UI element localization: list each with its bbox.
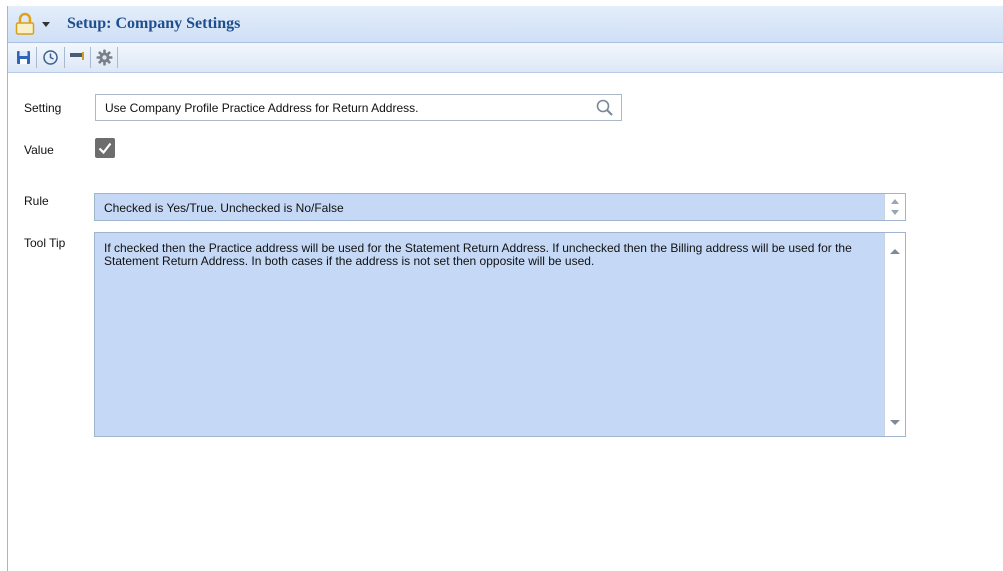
checkmark-icon [98,142,112,155]
lock-icon[interactable] [14,12,36,36]
history-icon [42,49,58,65]
toolbar [8,43,1003,73]
rule-value: Checked is Yes/True. Unchecked is No/Fal… [104,201,344,215]
toolbar-separator [117,47,118,68]
flag-icon [70,52,84,60]
setting-field[interactable]: Use Company Profile Practice Address for… [95,94,622,121]
up-down-arrows-icon [891,199,899,215]
value-label: Value [24,143,54,157]
tooltip-label: Tool Tip [24,236,66,250]
rule-scroll-spinner[interactable] [884,194,905,220]
page-title: Setup: Company Settings [67,15,241,32]
tooltip-value: If checked then the Practice address wil… [104,241,852,268]
toolbar-separator [90,47,91,68]
tooltip-field[interactable]: If checked then the Practice address wil… [94,232,906,437]
history-button[interactable] [39,46,61,68]
toolbar-separator [64,47,65,68]
flag-button[interactable] [67,46,89,68]
gear-icon [96,49,112,65]
scroll-arrows-icon [890,249,900,425]
rule-label: Rule [24,194,49,208]
settings-button[interactable] [93,46,115,68]
toolbar-separator [36,47,37,68]
chevron-down-icon[interactable] [42,22,50,27]
save-button[interactable] [12,46,34,68]
save-icon [16,50,30,64]
setting-value: Use Company Profile Practice Address for… [105,101,419,115]
setting-label: Setting [24,101,62,115]
value-checkbox[interactable] [95,138,115,158]
company-settings-window: Setup: Company Settings Setting Use Comp… [7,6,1003,571]
title-bar: Setup: Company Settings [8,6,1003,43]
rule-field[interactable]: Checked is Yes/True. Unchecked is No/Fal… [94,193,906,221]
search-icon[interactable] [595,98,615,118]
tooltip-scrollbar[interactable] [884,233,905,436]
